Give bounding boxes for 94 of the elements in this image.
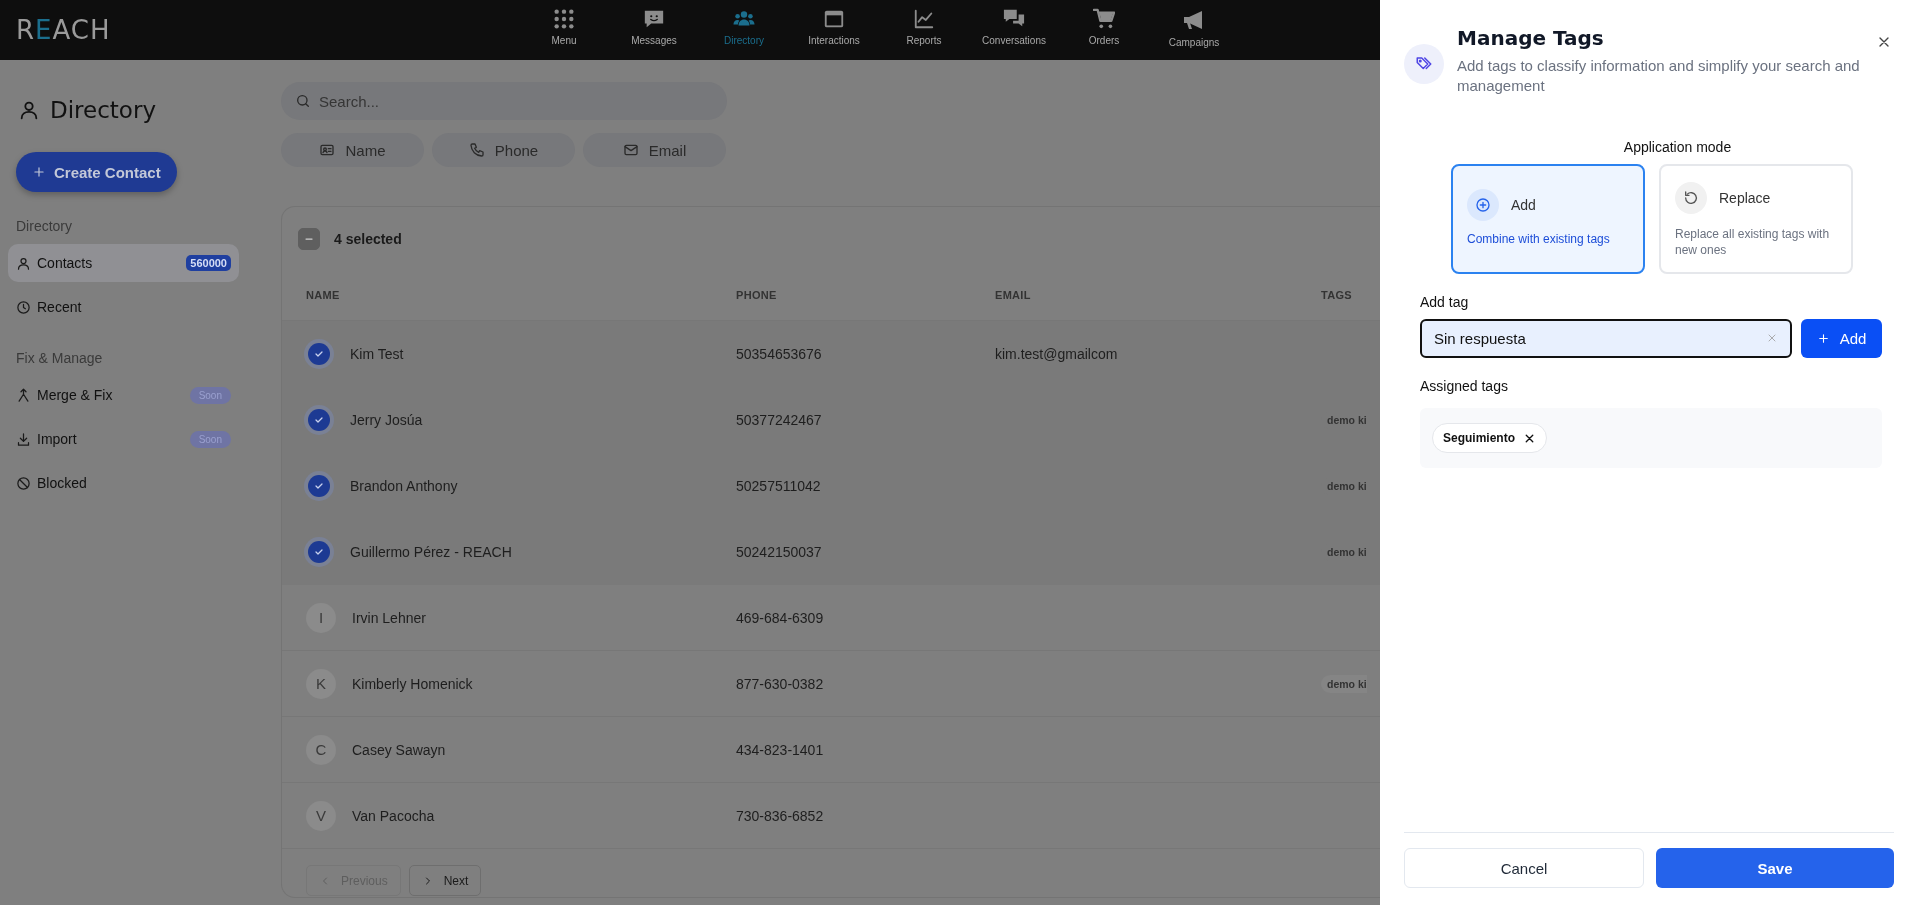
nav-item[interactable]: Directory <box>699 0 789 60</box>
contact-name: Casey Sawayn <box>352 741 446 758</box>
tag-chip: demo ki <box>1321 674 1367 693</box>
contact-name: Irvin Lehner <box>352 609 426 626</box>
mail-icon <box>622 142 639 158</box>
nav-item[interactable]: Campaigns <box>1149 0 1239 60</box>
table-row[interactable]: Brandon Anthony 50257511042 demo ki <box>282 453 1380 519</box>
person-icon <box>18 99 40 121</box>
select-all-checkbox[interactable] <box>298 227 320 250</box>
block-icon <box>16 475 31 491</box>
clear-icon[interactable] <box>1766 332 1778 344</box>
download-icon <box>16 431 31 447</box>
phone-icon <box>468 142 485 158</box>
window-icon <box>823 8 845 30</box>
clock-icon <box>16 299 31 315</box>
cart-icon <box>1093 8 1115 30</box>
checkbox[interactable] <box>308 474 330 497</box>
field-label: Add tag <box>1419 294 1470 310</box>
plus-icon <box>32 165 46 179</box>
contact-name: Van Pacocha <box>352 807 435 824</box>
sidebar-item[interactable]: Blocked <box>8 464 239 502</box>
table-cell: 469-684-6309 <box>736 609 824 626</box>
filter-chip[interactable]: Email <box>583 133 726 167</box>
tag-input-field[interactable]: Sin respuesta <box>1420 319 1792 358</box>
column-header: PHONE <box>736 289 778 301</box>
mode-description: Replace all existing tags with new ones <box>1675 226 1831 258</box>
page-title: Directory <box>50 97 156 123</box>
mode-option[interactable]: Replace Replace all existing tags with new ones <box>1659 164 1853 274</box>
table-cell: kim.test@gmailcom <box>995 345 1118 362</box>
filter-chip[interactable]: Phone <box>432 133 575 167</box>
mode-description: Combine with existing tags <box>1467 231 1611 247</box>
table-row[interactable]: Guillermo Pérez - REACH 50242150037 demo ki <box>282 519 1380 585</box>
save-button[interactable]: Save <box>1656 848 1894 888</box>
sidebar-item[interactable]: Recent <box>8 288 239 326</box>
id-card-icon <box>319 142 336 158</box>
assigned-tag: Seguimiento <box>1432 423 1547 453</box>
nav-item[interactable]: Conversations <box>969 0 1059 60</box>
table-cell: 50377242467 <box>736 411 822 428</box>
field-label: Assigned tags <box>1419 378 1509 394</box>
contact-name: Brandon Anthony <box>350 477 458 494</box>
create-contact-button[interactable]: Create Contact <box>16 152 177 192</box>
sidebar-item[interactable]: Contacts 560000 <box>8 244 239 282</box>
table-cell: 877-630-0382 <box>736 675 824 692</box>
contact-name: Kimberly Homenick <box>352 675 473 692</box>
merge-icon <box>16 387 31 403</box>
mode-label: Add <box>1511 197 1536 213</box>
avatar: K <box>306 668 336 699</box>
table-cell: 50354653676 <box>736 345 822 362</box>
add-tag-button[interactable]: Add <box>1801 319 1882 358</box>
table-row[interactable]: Jerry Josúa 50377242467 demo ki <box>282 387 1380 453</box>
filter-chip[interactable]: Name <box>281 133 424 167</box>
table-cell: 50257511042 <box>736 477 821 494</box>
rotate-icon <box>1683 190 1699 206</box>
plus-circle-icon <box>1475 197 1491 213</box>
nav-item[interactable]: Reports <box>879 0 969 60</box>
panel-title: Manage Tags <box>1457 26 1605 50</box>
avatar: I <box>306 602 336 633</box>
column-header: TAGS <box>1321 289 1353 301</box>
checkbox[interactable] <box>308 540 330 563</box>
contact-name: Guillermo Pérez - REACH <box>350 543 512 560</box>
nav-item[interactable]: Interactions <box>789 0 879 60</box>
contact-name: Kim Test <box>350 345 404 362</box>
plus-icon <box>1816 332 1830 345</box>
column-header: NAME <box>306 289 341 301</box>
search-icon <box>295 93 311 109</box>
table-cell: 434-823-1401 <box>736 741 824 758</box>
mode-heading: Application mode <box>1622 139 1733 155</box>
section-heading: Directory <box>15 218 73 234</box>
nav-item[interactable]: Messages <box>609 0 699 60</box>
selection-count: 4 selected <box>334 230 402 247</box>
mode-label: Replace <box>1719 190 1771 206</box>
column-header: EMAIL <box>995 289 1032 301</box>
mode-option[interactable]: Add Combine with existing tags <box>1451 164 1645 274</box>
logo: REACH <box>15 15 112 45</box>
cancel-button[interactable]: Cancel <box>1404 848 1644 888</box>
count-badge: 560000 <box>186 255 231 271</box>
table-row[interactable]: Kim Test 50354653676 kim.test@gmailcom <box>282 321 1380 387</box>
nav-item[interactable]: Orders <box>1059 0 1149 60</box>
grid-icon <box>553 8 575 30</box>
contact-name: Jerry Josúa <box>350 411 423 428</box>
search-field[interactable]: Search... <box>281 82 727 120</box>
checkbox[interactable] <box>308 408 330 431</box>
person-icon <box>16 255 31 271</box>
nav-item[interactable]: Menu <box>519 0 609 60</box>
next-button[interactable]: Next <box>408 865 482 896</box>
chat-icon <box>643 8 665 30</box>
panel-subtitle: Add tags to classify information and simplify your search and management <box>1457 56 1861 96</box>
section-heading: Fix & Manage <box>15 350 104 366</box>
chart-icon <box>913 8 935 30</box>
table-cell: 50242150037 <box>736 543 822 560</box>
checkbox[interactable] <box>308 342 330 365</box>
table-cell: 730-836-6852 <box>736 807 824 824</box>
avatar: C <box>306 734 336 765</box>
avatar: V <box>306 800 336 831</box>
